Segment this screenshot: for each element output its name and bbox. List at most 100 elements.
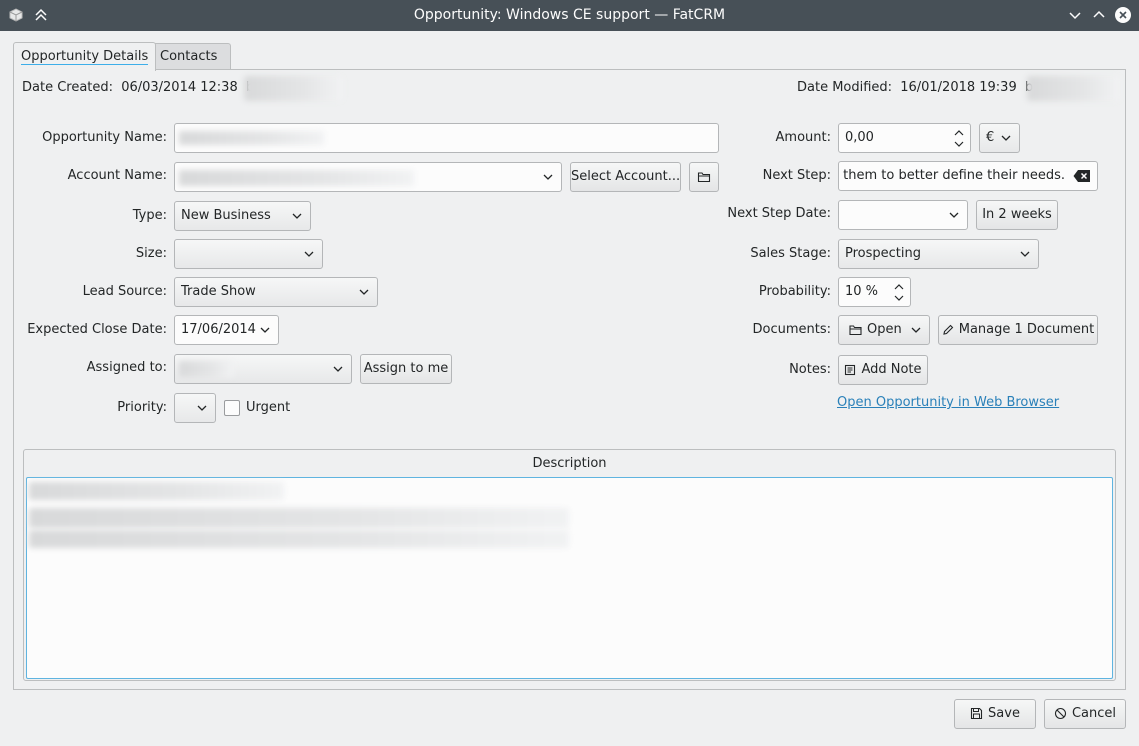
spin-down-icon[interactable] [954, 141, 964, 147]
chevron-down-icon [304, 251, 314, 257]
manage-documents-label: Manage 1 Document [958, 322, 1095, 337]
size-combo[interactable] [174, 239, 323, 269]
tab-label: Contacts [160, 49, 218, 64]
chevron-down-icon [292, 213, 302, 219]
urgent-checkbox[interactable] [224, 400, 240, 416]
chevron-down-icon [333, 366, 343, 372]
save-label: Save [988, 706, 1020, 721]
manage-documents-button[interactable]: Manage 1 Document [938, 315, 1098, 345]
description-text-redacted [29, 530, 569, 548]
assigned-to-label: Assigned to: [86, 360, 167, 375]
cancel-button[interactable]: Cancel [1044, 699, 1126, 729]
cancel-icon [1054, 707, 1067, 720]
assign-to-me-button[interactable]: Assign to me [360, 354, 452, 384]
clear-text-icon[interactable] [1073, 169, 1091, 183]
sales-stage-label: Sales Stage: [750, 246, 831, 261]
sales-stage-combo[interactable]: Prospecting [838, 239, 1039, 269]
date-modified-label: Date Modified: [797, 80, 893, 95]
description-title: Description [532, 456, 607, 471]
probability-label: Probability: [758, 284, 831, 299]
spin-up-icon[interactable] [894, 284, 904, 290]
expected-close-date-label: Expected Close Date: [27, 322, 167, 337]
currency-combo[interactable]: € [979, 123, 1020, 153]
open-in-browser-link[interactable]: Open Opportunity in Web Browser [837, 395, 1059, 410]
in-2-weeks-button[interactable]: In 2 weeks [976, 200, 1058, 230]
account-name-combo[interactable] [174, 162, 562, 192]
date-modified-row: Date Modified: 16/01/2018 19:39 by [797, 80, 1041, 96]
chevron-down-icon [260, 327, 270, 333]
folder-icon [849, 324, 862, 335]
chevron-down-icon [911, 327, 921, 333]
urgent-label: Urgent [246, 400, 291, 415]
open-account-button[interactable] [689, 162, 719, 192]
select-account-button[interactable]: Select Account... [570, 162, 681, 192]
lead-source-label: Lead Source: [82, 284, 167, 299]
chevron-down-icon [1020, 251, 1030, 257]
next-step-date-label: Next Step Date: [727, 206, 831, 221]
folder-icon [697, 172, 711, 183]
date-created-value: 06/03/2014 12:38 [121, 80, 238, 95]
chevron-down-icon [359, 289, 369, 295]
probability-value: 10 % [845, 284, 879, 299]
maximize-icon[interactable] [1090, 6, 1108, 24]
tab-contacts[interactable]: Contacts [146, 43, 232, 69]
note-icon [845, 364, 856, 375]
expected-close-date-picker[interactable]: 17/06/2014 [174, 315, 279, 345]
amount-label: Amount: [775, 130, 831, 145]
add-note-label: Add Note [861, 362, 922, 377]
description-group: Description [23, 449, 1116, 681]
open-button-label: Open [867, 322, 902, 337]
documents-label: Documents: [752, 322, 831, 337]
notes-label: Notes: [789, 362, 831, 377]
type-label: Type: [132, 208, 167, 223]
window-title: Opportunity: Windows CE support — FatCRM [413, 7, 726, 23]
pencil-icon [943, 324, 954, 335]
description-text-redacted [29, 482, 284, 500]
tab-label: Opportunity Details [21, 49, 149, 65]
amount-value: 0,00 [845, 130, 874, 145]
type-combo[interactable]: New Business [174, 201, 311, 231]
date-created-row: Date Created: 06/03/2014 12:38 by [22, 80, 262, 96]
assigned-user-redacted [179, 361, 234, 377]
lead-source-combo[interactable]: Trade Show [174, 277, 378, 307]
open-document-button[interactable]: Open [838, 315, 930, 345]
account-name-redacted [179, 170, 414, 186]
cancel-label: Cancel [1071, 706, 1117, 721]
chevron-down-icon [949, 212, 959, 218]
add-note-button[interactable]: Add Note [838, 355, 928, 385]
account-name-label: Account Name: [67, 168, 167, 183]
next-step-value: act them to better define their needs. [838, 168, 1065, 183]
next-step-label: Next Step: [762, 168, 831, 183]
modified-by-user-redacted [1027, 76, 1120, 101]
chevron-down-icon [197, 405, 207, 411]
type-value: New Business [181, 208, 271, 223]
date-created-label: Date Created: [22, 80, 114, 95]
probability-spinbox[interactable]: 10 % [838, 277, 911, 307]
lead-source-value: Trade Show [181, 284, 256, 299]
spin-up-icon[interactable] [954, 130, 964, 136]
description-textarea[interactable] [26, 477, 1113, 679]
opportunity-name-redacted [179, 131, 324, 145]
next-step-date-picker[interactable] [838, 200, 968, 230]
minimize-icon[interactable] [1066, 6, 1084, 24]
spin-down-icon[interactable] [894, 295, 904, 301]
chevron-down-icon [543, 174, 553, 180]
assigned-to-combo[interactable] [174, 354, 352, 384]
currency-value: € [986, 130, 995, 145]
next-step-field[interactable]: act them to better define their needs. [838, 161, 1098, 191]
amount-spinbox[interactable]: 0,00 [838, 123, 971, 153]
created-by-user-redacted [244, 76, 343, 101]
tab-opportunity-details[interactable]: Opportunity Details [13, 42, 157, 71]
save-button[interactable]: Save [954, 699, 1036, 729]
opportunity-name-field[interactable] [174, 123, 719, 153]
date-modified-value: 16/01/2018 19:39 [900, 80, 1017, 95]
close-icon[interactable] [1114, 6, 1132, 24]
chevron-down-icon [1001, 135, 1011, 141]
window-titlebar[interactable]: Opportunity: Windows CE support — FatCRM [0, 0, 1139, 31]
priority-combo[interactable] [174, 393, 216, 423]
sales-stage-value: Prospecting [845, 246, 921, 261]
expected-close-date-value: 17/06/2014 [181, 322, 256, 337]
priority-label: Priority: [117, 400, 167, 415]
save-icon [970, 707, 983, 720]
description-text-redacted [29, 508, 569, 528]
